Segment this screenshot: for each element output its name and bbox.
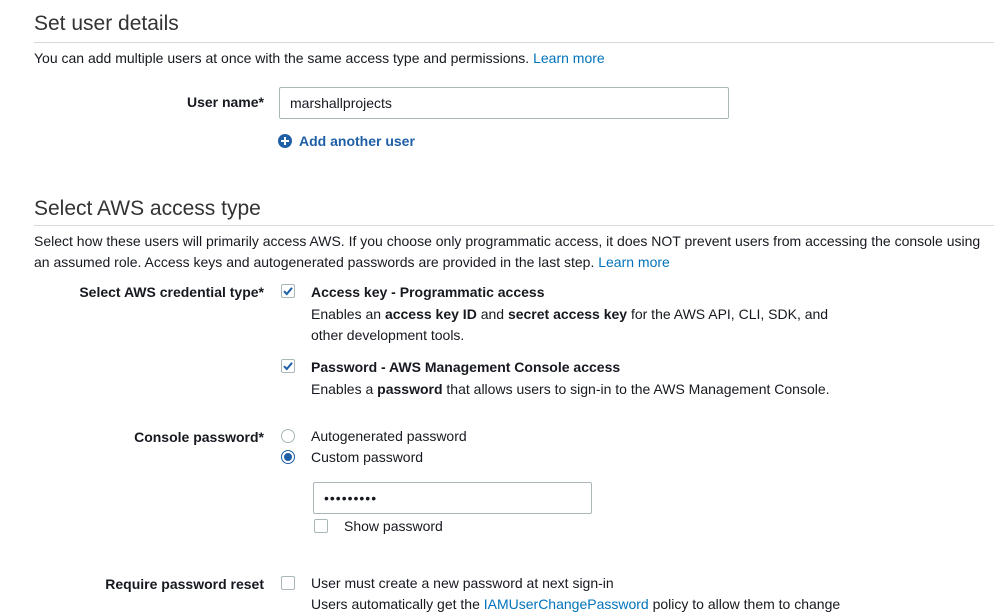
- show-password-label: Show password: [344, 518, 443, 534]
- password-reset-checkbox[interactable]: [281, 576, 295, 590]
- learn-more-link[interactable]: Learn more: [598, 254, 670, 270]
- password-reset-label: Require password reset: [105, 576, 264, 592]
- access-key-checkbox[interactable]: [281, 284, 295, 298]
- add-another-user-button[interactable]: Add another user: [278, 132, 415, 150]
- checkmark-icon: [283, 287, 293, 296]
- access-type-description: Select how these users will primarily ac…: [34, 233, 981, 270]
- iam-user-change-password-link[interactable]: IAMUserChangePassword: [484, 596, 649, 612]
- password-reset-note: Users automatically get the IAMUserChang…: [311, 596, 841, 612]
- section-title-user-details: Set user details: [34, 12, 179, 35]
- password-access-description: Enables a password that allows users to …: [311, 381, 830, 397]
- section-title-access-type: Select AWS access type: [34, 197, 261, 220]
- autogenerated-password-radio[interactable]: [281, 429, 295, 443]
- password-reset-option: User must create a new password at next …: [311, 575, 614, 591]
- console-password-label: Console password*: [134, 429, 264, 445]
- access-key-description: Enables an access key ID and secret acce…: [311, 306, 829, 343]
- password-input[interactable]: [313, 482, 592, 514]
- show-password-checkbox[interactable]: [314, 519, 328, 533]
- access-key-title: Access key - Programmatic access: [311, 284, 545, 300]
- user-details-description: You can add multiple users at once with …: [34, 50, 605, 66]
- user-name-label: User name*: [186, 94, 264, 110]
- divider: [34, 225, 994, 226]
- password-access-title: Password - AWS Management Console access: [311, 359, 621, 375]
- learn-more-link[interactable]: Learn more: [533, 50, 605, 66]
- password-access-checkbox[interactable]: [281, 359, 295, 373]
- user-name-input[interactable]: [279, 87, 729, 119]
- checkmark-icon: [283, 362, 293, 371]
- custom-password-radio[interactable]: [281, 450, 295, 464]
- autogenerated-password-label: Autogenerated password: [311, 428, 467, 444]
- add-another-user-label: Add another user: [299, 133, 415, 149]
- divider: [34, 42, 994, 43]
- plus-circle-icon: [278, 134, 292, 148]
- custom-password-label: Custom password: [311, 449, 424, 465]
- credential-type-label: Select AWS credential type*: [79, 284, 264, 300]
